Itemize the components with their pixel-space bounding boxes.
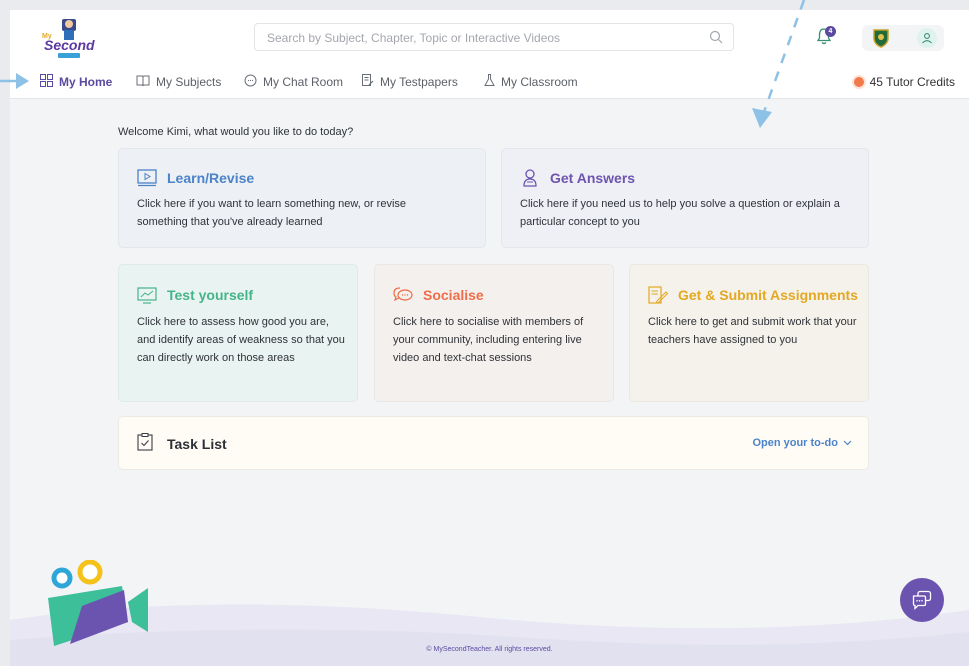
card-description: Click here if you need us to help you so… <box>520 198 840 228</box>
task-list-panel: Task List Open your to-do <box>118 416 869 470</box>
nav-item-my-chat-room[interactable]: My Chat Room <box>244 72 343 92</box>
school-crest-icon <box>872 28 890 53</box>
learn-revise-card[interactable]: Learn/Revise Click here if you want to l… <box>118 148 486 248</box>
card-title: Get Answers <box>550 170 636 186</box>
nav-label: My Testpapers <box>380 75 458 89</box>
nav-item-my-testpapers[interactable]: My Testpapers <box>362 72 458 92</box>
notification-badge: 4 <box>825 26 836 37</box>
card-title: Learn/Revise <box>167 170 255 186</box>
nav-label: My Chat Room <box>263 75 344 89</box>
chat-bubble-icon <box>244 74 257 90</box>
search-icon[interactable] <box>709 30 723 49</box>
footer-copyright: © MySecondTeacher. All rights reserved. <box>426 646 553 653</box>
checklist-icon <box>137 433 153 456</box>
credit-coin-icon <box>853 77 864 87</box>
document-edit-icon <box>362 74 374 90</box>
pointer-arrow-icon <box>0 73 29 89</box>
tutor-person-icon <box>522 168 538 192</box>
card-title: Test yourself <box>167 287 254 303</box>
search-input[interactable] <box>265 24 699 52</box>
socialise-card[interactable]: Socialise Click here to socialise with m… <box>374 264 614 402</box>
chat-bubbles-icon <box>393 286 413 309</box>
card-description: Click here to get and submit work that y… <box>648 316 857 346</box>
assignments-card[interactable]: Get & Submit Assignments Click here to g… <box>629 264 869 402</box>
nav-label: My Home <box>59 75 113 89</box>
flask-icon <box>484 74 495 90</box>
video-camera-icon <box>42 559 152 657</box>
card-description: Click here if you want to learn somethin… <box>137 198 407 228</box>
header: Second My 4 <box>10 10 969 99</box>
video-play-icon <box>137 169 157 192</box>
tutor-credits[interactable]: 45 Tutor Credits <box>853 72 955 92</box>
nav-label: My Subjects <box>156 75 222 89</box>
avatar[interactable] <box>917 28 937 48</box>
svg-text:My: My <box>42 33 52 40</box>
app-frame: Second My 4 <box>10 10 969 666</box>
card-description: Click here to assess how good you are, a… <box>137 316 345 364</box>
nav-item-my-subjects[interactable]: My Subjects <box>136 72 221 92</box>
logo[interactable]: Second My <box>40 16 98 60</box>
open-todo-button[interactable]: Open your to-do <box>752 437 852 449</box>
nav-item-my-home[interactable]: My Home <box>40 72 112 92</box>
card-title: Get & Submit Assignments <box>678 287 858 303</box>
open-todo-label: Open your to-do <box>752 437 838 449</box>
nav-label: My Classroom <box>501 75 578 89</box>
card-title: Socialise <box>423 287 484 303</box>
welcome-message: Welcome Kimi, what would you like to do … <box>118 126 354 138</box>
credits-label: 45 Tutor Credits <box>869 75 955 89</box>
assignment-edit-icon <box>648 286 669 309</box>
main-nav: My Home My Subjects My Chat Room My Test… <box>10 68 969 96</box>
nav-item-my-classroom[interactable]: My Classroom <box>484 72 578 92</box>
chat-icon <box>912 590 932 610</box>
card-description: Click here to socialise with members of … <box>393 316 584 364</box>
chevron-down-icon <box>843 437 852 449</box>
pointer-arrow-diagonal-icon <box>752 0 806 128</box>
profile-menu[interactable] <box>862 25 944 51</box>
test-yourself-card[interactable]: Test yourself Click here to assess how g… <box>118 264 358 402</box>
monitor-chart-icon <box>137 287 157 309</box>
book-icon <box>136 75 150 90</box>
chat-support-button[interactable] <box>900 578 944 622</box>
task-list-title: Task List <box>167 436 227 452</box>
grid-icon <box>40 74 53 90</box>
get-answers-card[interactable]: Get Answers Click here if you need us to… <box>501 148 869 248</box>
footer-wave <box>10 604 969 666</box>
search-bar <box>254 23 734 52</box>
